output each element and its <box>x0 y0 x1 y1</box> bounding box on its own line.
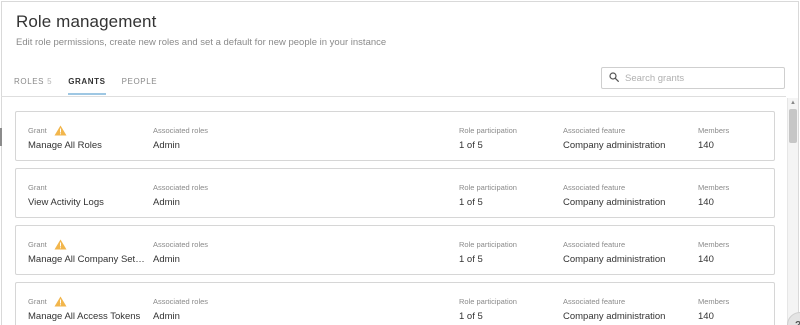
members-column: Members 140 <box>698 125 730 152</box>
members-column: Members 140 <box>698 182 730 209</box>
roles-column: Associated roles Admin <box>153 182 209 209</box>
tab-roles-count: 5 <box>47 77 53 86</box>
feature-column: Associated feature Company administratio… <box>563 125 666 152</box>
grant-card[interactable]: Grant View Activity Logs Associated role… <box>15 168 775 218</box>
roles-column: Associated roles Admin <box>153 296 209 323</box>
roles-column: Associated roles Admin <box>153 239 209 266</box>
scroll-up-arrow-icon[interactable]: ▲ <box>789 99 797 107</box>
grant-name: Manage All Roles <box>28 140 102 151</box>
grant-name: Manage All Access Tokens <box>28 311 141 322</box>
participation-column-label: Role participation <box>459 182 517 192</box>
tab-grants-label: GRANTS <box>68 77 106 86</box>
feature-column: Associated feature Company administratio… <box>563 182 666 209</box>
tab-people-label: PEOPLE <box>121 77 158 86</box>
warning-icon <box>54 296 67 307</box>
members-column: Members 140 <box>698 239 730 266</box>
tab-roles-label: ROLES <box>14 77 45 86</box>
participation-column: Role participation 1 of 5 <box>459 296 517 323</box>
role-participation: 1 of 5 <box>459 311 483 322</box>
warning-icon <box>54 239 67 250</box>
tab-people[interactable]: PEOPLE <box>122 77 158 95</box>
roles-column-label: Associated roles <box>153 296 209 306</box>
feature-column-label: Associated feature <box>563 239 626 249</box>
roles-column: Associated roles Admin <box>153 125 209 152</box>
associated-feature: Company administration <box>563 197 666 208</box>
members-count: 140 <box>698 197 714 208</box>
participation-column: Role participation 1 of 5 <box>459 125 517 152</box>
grant-column: Grant View Activity Logs <box>28 182 146 209</box>
feature-column-label: Associated feature <box>563 296 626 306</box>
scrollbar-thumb[interactable] <box>789 109 797 143</box>
members-column-label: Members <box>698 182 730 192</box>
grant-column-label: Grant <box>28 296 47 306</box>
participation-column-label: Role participation <box>459 125 517 135</box>
members-column-label: Members <box>698 239 730 249</box>
associated-roles: Admin <box>153 197 180 208</box>
grant-column-label: Grant <box>28 125 47 135</box>
warning-icon <box>54 125 67 136</box>
members-column-label: Members <box>698 296 730 306</box>
tab-grants[interactable]: GRANTS <box>68 77 106 95</box>
associated-roles: Admin <box>153 140 180 151</box>
grant-column-label: Grant <box>28 239 47 249</box>
participation-column: Role participation 1 of 5 <box>459 182 517 209</box>
left-edge-marker <box>0 128 2 146</box>
grant-card[interactable]: Grant Manage All Roles Associated roles … <box>15 111 775 161</box>
role-participation: 1 of 5 <box>459 197 483 208</box>
search-box[interactable] <box>601 67 785 89</box>
members-column: Members 140 <box>698 296 730 323</box>
feature-column: Associated feature Company administratio… <box>563 239 666 266</box>
associated-roles: Admin <box>153 254 180 265</box>
grant-name: View Activity Logs <box>28 197 104 208</box>
participation-column-label: Role participation <box>459 296 517 306</box>
grant-name: Manage All Company Settings <box>28 254 146 265</box>
participation-column: Role participation 1 of 5 <box>459 239 517 266</box>
role-participation: 1 of 5 <box>459 140 483 151</box>
members-column-label: Members <box>698 125 730 135</box>
search-input[interactable] <box>625 72 775 84</box>
page-header: Role management Edit role permissions, c… <box>16 12 386 48</box>
grant-card[interactable]: Grant Manage All Company Settings Associ… <box>15 225 775 275</box>
grant-column: Grant Manage All Roles <box>28 125 146 151</box>
role-participation: 1 of 5 <box>459 254 483 265</box>
associated-roles: Admin <box>153 311 180 322</box>
grant-card[interactable]: Grant Manage All Access Tokens Associate… <box>15 282 775 325</box>
members-count: 140 <box>698 140 714 151</box>
members-count: 140 <box>698 311 714 322</box>
search-icon <box>609 69 619 87</box>
grant-column-label: Grant <box>28 182 47 192</box>
feature-column-label: Associated feature <box>563 125 626 135</box>
grants-list: Grant Manage All Roles Associated roles … <box>15 111 775 325</box>
page-subtitle: Edit role permissions, create new roles … <box>16 37 387 48</box>
feature-column: Associated feature Company administratio… <box>563 296 666 323</box>
help-icon: ? <box>795 320 800 325</box>
tab-bar: ROLES 5 GRANTS PEOPLE <box>14 77 173 95</box>
associated-feature: Company administration <box>563 140 666 151</box>
page-title: Role management <box>16 12 157 31</box>
associated-feature: Company administration <box>563 254 666 265</box>
roles-column-label: Associated roles <box>153 125 209 135</box>
roles-column-label: Associated roles <box>153 182 209 192</box>
participation-column-label: Role participation <box>459 239 517 249</box>
roles-column-label: Associated roles <box>153 239 209 249</box>
feature-column-label: Associated feature <box>563 182 626 192</box>
tab-roles[interactable]: ROLES 5 <box>14 77 52 95</box>
header-divider <box>1 96 786 97</box>
grant-column: Grant Manage All Company Settings <box>28 239 146 265</box>
members-count: 140 <box>698 254 714 265</box>
grant-column: Grant Manage All Access Tokens <box>28 296 146 322</box>
associated-feature: Company administration <box>563 311 666 322</box>
